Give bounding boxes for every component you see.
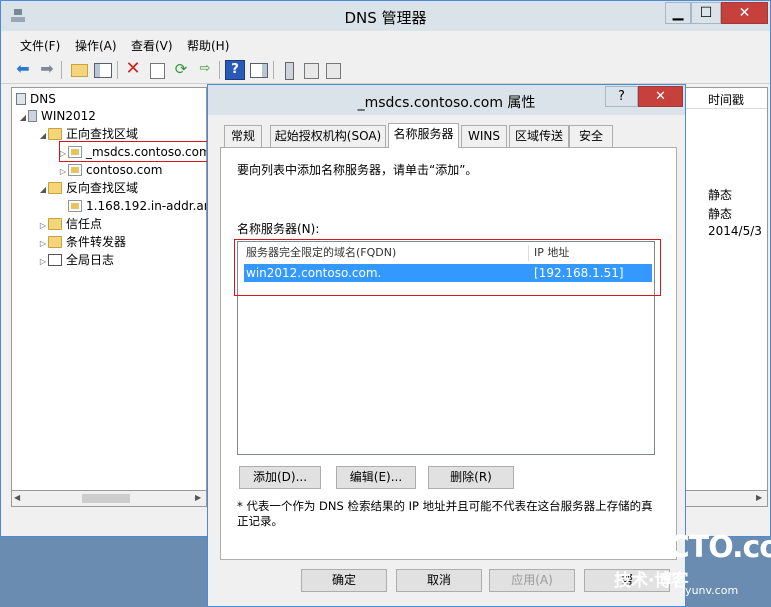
zone-icon xyxy=(68,164,82,176)
up-folder-icon[interactable] xyxy=(69,60,89,80)
apply-button[interactable]: 应用(A) xyxy=(489,569,575,592)
zone-icon xyxy=(68,200,82,212)
scroll-thumb[interactable] xyxy=(82,494,130,503)
maximize-button[interactable]: ☐ xyxy=(691,2,721,24)
list-cell: 静态 xyxy=(708,207,733,221)
collapse-arrow-icon[interactable]: ◢ xyxy=(18,109,28,127)
tree-label: 全局日志 xyxy=(66,253,115,267)
properties-dialog: _msdcs.contoso.com 属性 ? ✕ 常规 起始授权机构(SOA)… xyxy=(207,84,686,607)
delete-icon[interactable]: ✕ xyxy=(123,60,143,80)
scroll-right-icon[interactable]: ▶ xyxy=(195,493,201,502)
menu-bar: 文件(F) 操作(A) 查看(V) 帮助(H) xyxy=(1,35,770,55)
list-cell: 静态 xyxy=(708,188,733,202)
folder-icon xyxy=(48,182,62,194)
toolbar: ⬅ ➡ ✕ ⟳ ⇨ ? xyxy=(1,57,770,84)
tab-soa[interactable]: 起始授权机构(SOA) xyxy=(270,125,386,147)
watermark-site: iyunv.com xyxy=(682,584,739,597)
edit-button[interactable]: 编辑(E)... xyxy=(336,466,416,489)
action-pane-icon[interactable] xyxy=(249,60,269,80)
instruction-text: 要向列表中添加名称服务器，请单击“添加”。 xyxy=(237,163,478,177)
cancel-button[interactable]: 取消 xyxy=(396,569,482,592)
collapse-arrow-icon[interactable]: ◢ xyxy=(38,181,48,199)
tree-node-trust-points[interactable]: ▷ 信任点 xyxy=(38,215,102,233)
tree-node-global-logs[interactable]: ▷ 全局日志 xyxy=(38,251,114,269)
menu-file[interactable]: 文件(F) xyxy=(20,37,60,54)
tree-label: WIN2012 xyxy=(41,109,96,123)
tree-label: 反向查找区域 xyxy=(66,181,139,195)
server-icon[interactable] xyxy=(279,60,299,80)
name-servers-label: 名称服务器(N): xyxy=(237,222,320,236)
dialog-help-button[interactable]: ? xyxy=(605,86,638,107)
dialog-title-bar[interactable]: _msdcs.contoso.com 属性 ? ✕ xyxy=(208,85,685,115)
watermark-text: 技术·博客 xyxy=(614,571,689,591)
tree-node-server[interactable]: ◢ WIN2012 xyxy=(18,107,96,125)
menu-action[interactable]: 操作(A) xyxy=(75,37,117,54)
tree-label: 条件转发器 xyxy=(66,235,127,249)
highlight-box-tree xyxy=(59,141,211,162)
close-button[interactable]: ✕ xyxy=(721,2,768,24)
help-icon[interactable]: ? xyxy=(225,60,245,80)
copy-icon[interactable] xyxy=(323,60,343,80)
back-arrow-icon[interactable]: ⬅ xyxy=(13,60,33,80)
tree-node-reverse-zone[interactable]: 1.168.192.in-addr.arpa xyxy=(58,197,206,215)
dialog-close-button[interactable]: ✕ xyxy=(638,86,683,107)
watermark-logo: 51CTO.com xyxy=(628,530,771,565)
minimize-button[interactable]: ▁ xyxy=(665,2,691,24)
menu-view[interactable]: 查看(V) xyxy=(131,37,173,54)
tab-general[interactable]: 常规 xyxy=(224,125,262,147)
show-console-tree-icon[interactable] xyxy=(93,60,113,80)
folder-icon xyxy=(48,218,62,230)
tree-node-conditional-forwarders[interactable]: ▷ 条件转发器 xyxy=(38,233,126,251)
list-icon[interactable] xyxy=(301,60,321,80)
collapse-arrow-icon[interactable]: ◢ xyxy=(38,127,48,145)
tree-node-contoso-zone[interactable]: ▷ contoso.com xyxy=(58,161,163,179)
list-header: 时间戳 xyxy=(684,88,767,109)
column-timestamp[interactable]: 时间戳 xyxy=(708,91,744,108)
folder-icon xyxy=(48,128,62,140)
tab-wins[interactable]: WINS xyxy=(461,125,507,147)
tree-label: 信任点 xyxy=(66,217,103,231)
remove-button[interactable]: 删除(R) xyxy=(428,466,514,489)
dns-icon xyxy=(16,93,26,105)
menu-help[interactable]: 帮助(H) xyxy=(187,37,229,54)
title-bar[interactable]: DNS 管理器 ▁ ☐ ✕ xyxy=(1,1,770,31)
export-list-icon[interactable]: ⇨ xyxy=(195,60,215,80)
tree-label: 1.168.192.in-addr.arpa xyxy=(86,199,206,213)
tree-node-reverse-zones[interactable]: ◢ 反向查找区域 xyxy=(38,179,138,197)
properties-icon[interactable] xyxy=(147,60,167,80)
footnote-text: * 代表一个作为 DNS 检索结果的 IP 地址并且可能不代表在这台服务器上存储… xyxy=(237,499,653,528)
tree-label: DNS xyxy=(30,92,56,106)
highlight-box-list xyxy=(234,239,661,296)
list-cell: 2014/5/3 xyxy=(708,224,762,238)
record-list[interactable]: 时间戳 静态 静态 2014/5/3 xyxy=(683,87,768,507)
list-horizontal-scrollbar[interactable]: ▶ xyxy=(683,490,768,507)
ok-button[interactable]: 确定 xyxy=(301,569,387,592)
log-icon xyxy=(48,254,62,266)
tree-horizontal-scrollbar[interactable]: ◀ ▶ xyxy=(11,490,207,507)
window-title: DNS 管理器 xyxy=(344,9,427,27)
refresh-icon[interactable]: ⟳ xyxy=(171,60,191,80)
tab-security[interactable]: 安全 xyxy=(569,125,613,147)
forward-arrow-icon[interactable]: ➡ xyxy=(37,60,57,80)
tab-name-servers[interactable]: 名称服务器 xyxy=(388,123,459,148)
folder-icon xyxy=(48,236,62,248)
tree-label: 正向查找区域 xyxy=(66,127,139,141)
expand-arrow-icon[interactable]: ▷ xyxy=(38,253,48,271)
tree-label: contoso.com xyxy=(86,163,163,177)
server-icon xyxy=(28,110,37,122)
scroll-right-icon[interactable]: ▶ xyxy=(756,493,762,502)
add-button[interactable]: 添加(D)... xyxy=(239,466,321,489)
scroll-left-icon[interactable]: ◀ xyxy=(14,493,20,502)
tree-node-dns[interactable]: DNS xyxy=(16,90,56,108)
tab-zone-transfers[interactable]: 区域传送 xyxy=(509,125,569,147)
